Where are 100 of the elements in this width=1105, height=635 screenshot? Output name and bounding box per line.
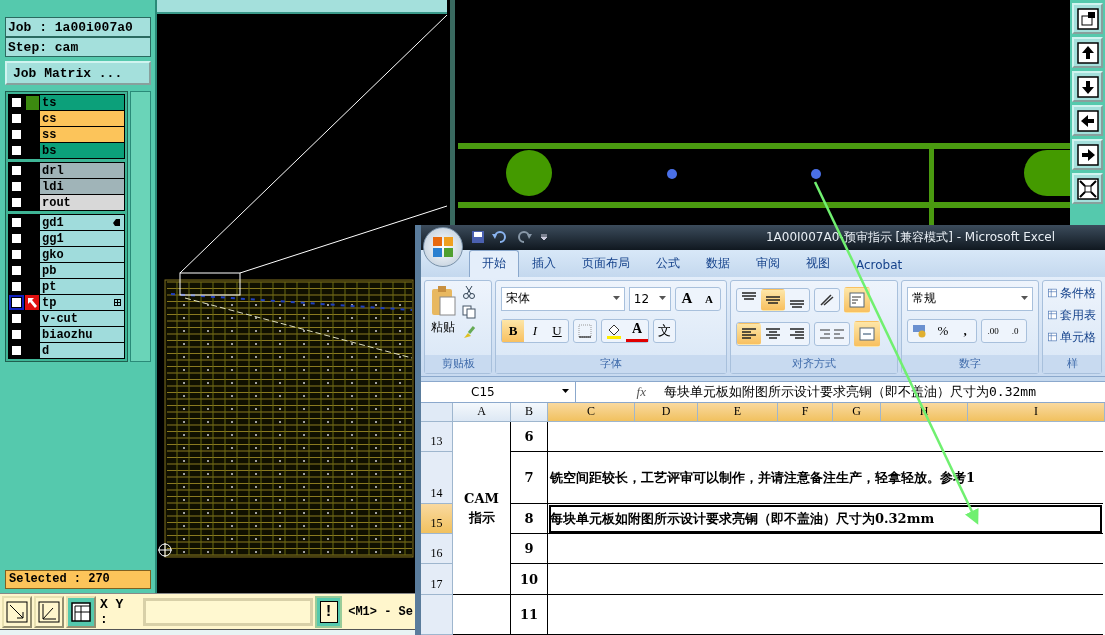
row-header[interactable]: 14 bbox=[421, 452, 453, 504]
font-size-field[interactable]: 12 bbox=[628, 286, 671, 311]
row-header[interactable]: 13 bbox=[421, 422, 453, 452]
row-header[interactable]: 17 bbox=[421, 564, 453, 595]
ribbon-tab[interactable]: 插入 bbox=[519, 249, 569, 277]
zoom-box-icon bbox=[1075, 6, 1100, 31]
arrow-right-icon bbox=[1075, 142, 1100, 167]
job-matrix-button[interactable]: Job Matrix ... bbox=[5, 61, 151, 85]
table-icon bbox=[1048, 308, 1057, 323]
group-label: 样 bbox=[1043, 354, 1101, 373]
column-header[interactable]: G bbox=[833, 402, 881, 422]
view-tool-button[interactable] bbox=[1072, 173, 1103, 204]
border-button[interactable] bbox=[573, 318, 597, 343]
ribbon-tab[interactable]: 公式 bbox=[643, 249, 693, 277]
align-left-icon bbox=[742, 328, 756, 340]
merge-button[interactable] bbox=[854, 320, 880, 347]
layer-name[interactable]: ldi bbox=[40, 179, 124, 194]
shrink-font-button[interactable]: A bbox=[698, 287, 720, 310]
decrease-decimal-button[interactable]: .0 bbox=[1004, 319, 1026, 342]
group-label: 数字 bbox=[902, 354, 1038, 373]
layer-name[interactable]: tp bbox=[40, 295, 124, 310]
save-icon bbox=[471, 230, 485, 245]
view-tool-button[interactable] bbox=[1072, 71, 1103, 102]
ribbon-tab[interactable]: Acrobat bbox=[843, 252, 916, 277]
view-tool-button[interactable] bbox=[1072, 105, 1103, 136]
clipboard-icon bbox=[430, 284, 456, 317]
ribbon-tab[interactable]: 页面布局 bbox=[569, 249, 643, 277]
phonetic-button[interactable]: 文 bbox=[653, 318, 676, 343]
group-label: 字体 bbox=[496, 354, 726, 373]
row-header[interactable]: 15 bbox=[421, 504, 453, 534]
bold-button[interactable]: B bbox=[502, 319, 524, 342]
job-label: Job : 1a00i007a0 bbox=[5, 17, 151, 37]
arrow-up-icon bbox=[1075, 40, 1100, 65]
font-color-button[interactable]: A bbox=[626, 319, 648, 342]
view-tool-button[interactable] bbox=[1072, 3, 1103, 34]
ribbon-tab[interactable]: 审阅 bbox=[743, 249, 793, 277]
indent-button[interactable] bbox=[814, 321, 850, 346]
grow-font-button[interactable]: A bbox=[676, 287, 698, 310]
view-tool-button[interactable] bbox=[1072, 37, 1103, 68]
group-label: 剪贴板 bbox=[425, 354, 491, 373]
origin-icon bbox=[157, 542, 173, 558]
table-cell: 10 bbox=[511, 564, 548, 595]
increase-decimal-button[interactable]: .00 bbox=[982, 319, 1004, 342]
style-button[interactable]: 单元格 bbox=[1048, 328, 1096, 346]
align-bottom-icon bbox=[790, 299, 804, 308]
layer-name[interactable]: gko bbox=[40, 247, 124, 262]
dropdown-icon bbox=[562, 389, 569, 395]
comma-button[interactable]: , bbox=[954, 319, 976, 342]
underline-button[interactable]: U bbox=[546, 319, 568, 342]
table-cell: 11 bbox=[511, 595, 548, 635]
view-tool-button[interactable] bbox=[1072, 139, 1103, 170]
layer-name[interactable]: d bbox=[40, 343, 124, 358]
layer-name[interactable]: v-cut bbox=[40, 311, 124, 326]
ribbon-tab[interactable]: 开始 bbox=[469, 249, 519, 277]
column-header[interactable]: A bbox=[453, 402, 511, 422]
pad-drawing bbox=[506, 150, 552, 196]
dropdown-icon bbox=[1021, 296, 1028, 302]
layer-name[interactable]: gg1 bbox=[40, 231, 124, 246]
undo-icon bbox=[491, 230, 509, 245]
align-top-icon bbox=[742, 291, 756, 300]
step-label: Step: cam bbox=[5, 37, 151, 57]
layer-name[interactable]: gd1 bbox=[40, 215, 124, 230]
layer-name[interactable]: biaozhu bbox=[40, 327, 124, 342]
layer-name[interactable]: bs bbox=[40, 143, 124, 158]
office-logo-icon bbox=[432, 236, 454, 258]
number-format-field[interactable]: 常规 bbox=[907, 286, 1033, 311]
ribbon-tab[interactable]: 数据 bbox=[693, 249, 743, 277]
style-button[interactable]: 套用表 bbox=[1048, 306, 1096, 324]
table-icon bbox=[1048, 330, 1057, 345]
italic-button[interactable]: I bbox=[524, 319, 546, 342]
alert-button[interactable]: ! bbox=[314, 595, 343, 628]
selection-count: Selected : 270 bbox=[5, 570, 151, 589]
align-button[interactable] bbox=[761, 288, 785, 311]
ribbon-tab[interactable]: 视图 bbox=[793, 249, 843, 277]
orientation-button[interactable] bbox=[814, 287, 840, 312]
layer-name[interactable]: ts bbox=[40, 95, 124, 110]
scrollbar[interactable] bbox=[130, 91, 151, 362]
fx-label[interactable]: fx bbox=[576, 383, 656, 400]
coins-icon bbox=[912, 323, 928, 338]
layer-name[interactable]: pb bbox=[40, 263, 124, 278]
arrow-icon bbox=[25, 295, 39, 310]
grid-icon bbox=[114, 299, 121, 306]
tool-button[interactable] bbox=[65, 595, 96, 628]
via-drawing bbox=[811, 169, 821, 179]
paste-button[interactable]: 粘贴 bbox=[430, 284, 456, 355]
coordinate-field[interactable] bbox=[142, 597, 313, 626]
row-header[interactable]: 16 bbox=[421, 534, 453, 564]
style-button[interactable]: 条件格 bbox=[1048, 284, 1096, 302]
align-button[interactable] bbox=[737, 322, 761, 345]
layer-name[interactable]: pt bbox=[40, 279, 124, 294]
percent-button[interactable]: % bbox=[932, 319, 954, 342]
layer-name[interactable]: rout bbox=[40, 195, 124, 210]
font-name-field[interactable]: 宋体 bbox=[501, 286, 625, 311]
layer-name[interactable]: cs bbox=[40, 111, 124, 126]
grid-icon bbox=[68, 599, 93, 624]
layer-name[interactable]: drl bbox=[40, 163, 124, 178]
column-header[interactable]: E bbox=[698, 402, 778, 422]
layer-name[interactable]: ss bbox=[40, 127, 124, 142]
redo-icon bbox=[515, 230, 533, 245]
slanted-text-icon bbox=[819, 292, 835, 307]
